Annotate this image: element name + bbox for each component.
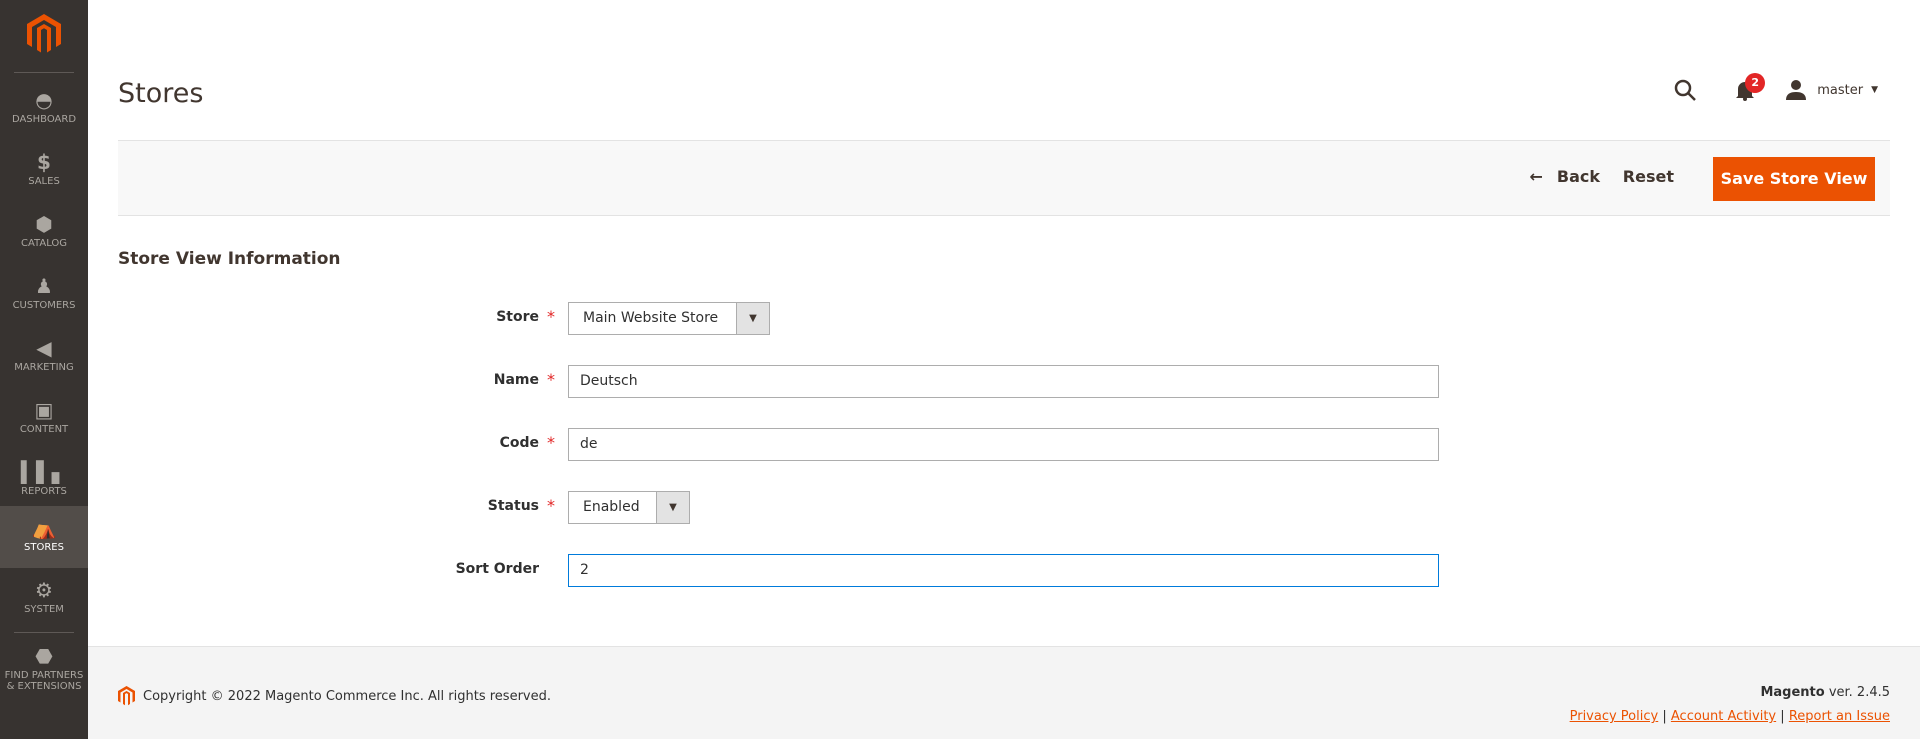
person-icon: ♟ bbox=[35, 274, 53, 298]
header-tools: 2 master ▼ bbox=[1673, 73, 1878, 106]
page-actions-bar: ← Back Reset Save Store View bbox=[118, 140, 1890, 216]
magento-logo-icon bbox=[118, 686, 135, 706]
required-mark: * bbox=[547, 370, 555, 389]
chevron-down-icon: ▼ bbox=[736, 303, 769, 334]
save-store-view-button[interactable]: Save Store View bbox=[1713, 157, 1875, 201]
layout-icon: ▣ bbox=[34, 398, 54, 422]
page-title: Stores bbox=[118, 78, 204, 109]
notification-count-badge: 2 bbox=[1745, 73, 1766, 93]
privacy-policy-link[interactable]: Privacy Policy bbox=[1570, 709, 1659, 724]
search-icon[interactable] bbox=[1673, 78, 1697, 102]
notifications-button[interactable]: 2 bbox=[1735, 73, 1766, 101]
code-field: Code * de bbox=[0, 428, 1920, 461]
required-mark: * bbox=[547, 496, 555, 515]
sidebar-item-catalog[interactable]: ⬢ CATALOG bbox=[0, 202, 88, 264]
sidebar-divider bbox=[14, 72, 74, 73]
sort-order-label: Sort Order bbox=[455, 561, 539, 577]
sidebar-item-find-partners[interactable]: ⬣ FIND PARTNERS & EXTENSIONS bbox=[0, 634, 88, 714]
status-field: Status * Enabled ▼ bbox=[0, 491, 1920, 524]
name-label: Name bbox=[493, 372, 539, 388]
reset-button[interactable]: Reset bbox=[1623, 167, 1674, 186]
sidebar-item-dashboard[interactable]: ◓ DASHBOARD bbox=[0, 78, 88, 140]
required-mark: * bbox=[547, 433, 555, 452]
dollar-icon: $ bbox=[37, 150, 51, 174]
account-activity-link[interactable]: Account Activity bbox=[1671, 709, 1776, 724]
name-input[interactable]: Deutsch bbox=[568, 365, 1439, 398]
footer-links: Privacy Policy | Account Activity | Repo… bbox=[1569, 709, 1890, 724]
dashboard-icon: ◓ bbox=[35, 88, 53, 112]
copyright: Copyright © 2022 Magento Commerce Inc. A… bbox=[118, 685, 551, 707]
user-menu[interactable]: master ▼ bbox=[1785, 79, 1878, 101]
bar-chart-icon: ▍▌▖ bbox=[20, 460, 68, 484]
footer: Copyright © 2022 Magento Commerce Inc. A… bbox=[88, 646, 1920, 739]
sort-order-input[interactable]: 2 bbox=[568, 554, 1439, 587]
version: Magento ver. 2.4.5 bbox=[1760, 685, 1890, 700]
section-title: Store View Information bbox=[118, 249, 341, 269]
store-field: Store * Main Website Store ▼ bbox=[0, 302, 1920, 335]
report-issue-link[interactable]: Report an Issue bbox=[1789, 709, 1890, 724]
magento-logo-icon[interactable] bbox=[27, 14, 61, 54]
store-label: Store bbox=[496, 309, 539, 325]
code-label: Code bbox=[499, 435, 539, 451]
username: master bbox=[1817, 82, 1864, 98]
sort-order-field: Sort Order 2 bbox=[0, 554, 1920, 587]
back-button[interactable]: ← Back bbox=[1529, 167, 1600, 186]
name-field: Name * Deutsch bbox=[0, 365, 1920, 398]
code-input[interactable]: de bbox=[568, 428, 1439, 461]
user-icon bbox=[1786, 80, 1807, 100]
chevron-down-icon: ▼ bbox=[1871, 85, 1878, 95]
required-mark: * bbox=[547, 307, 555, 326]
status-select[interactable]: Enabled ▼ bbox=[568, 491, 690, 524]
box-icon: ⬢ bbox=[35, 212, 53, 236]
blocks-icon: ⬣ bbox=[35, 644, 53, 668]
sidebar-divider bbox=[14, 632, 74, 633]
arrow-left-icon: ← bbox=[1529, 167, 1543, 186]
sidebar-item-sales[interactable]: $ SALES bbox=[0, 140, 88, 202]
chevron-down-icon: ▼ bbox=[656, 492, 689, 523]
store-select[interactable]: Main Website Store ▼ bbox=[568, 302, 770, 335]
megaphone-icon: ◀ bbox=[36, 336, 52, 360]
status-label: Status bbox=[487, 498, 539, 514]
